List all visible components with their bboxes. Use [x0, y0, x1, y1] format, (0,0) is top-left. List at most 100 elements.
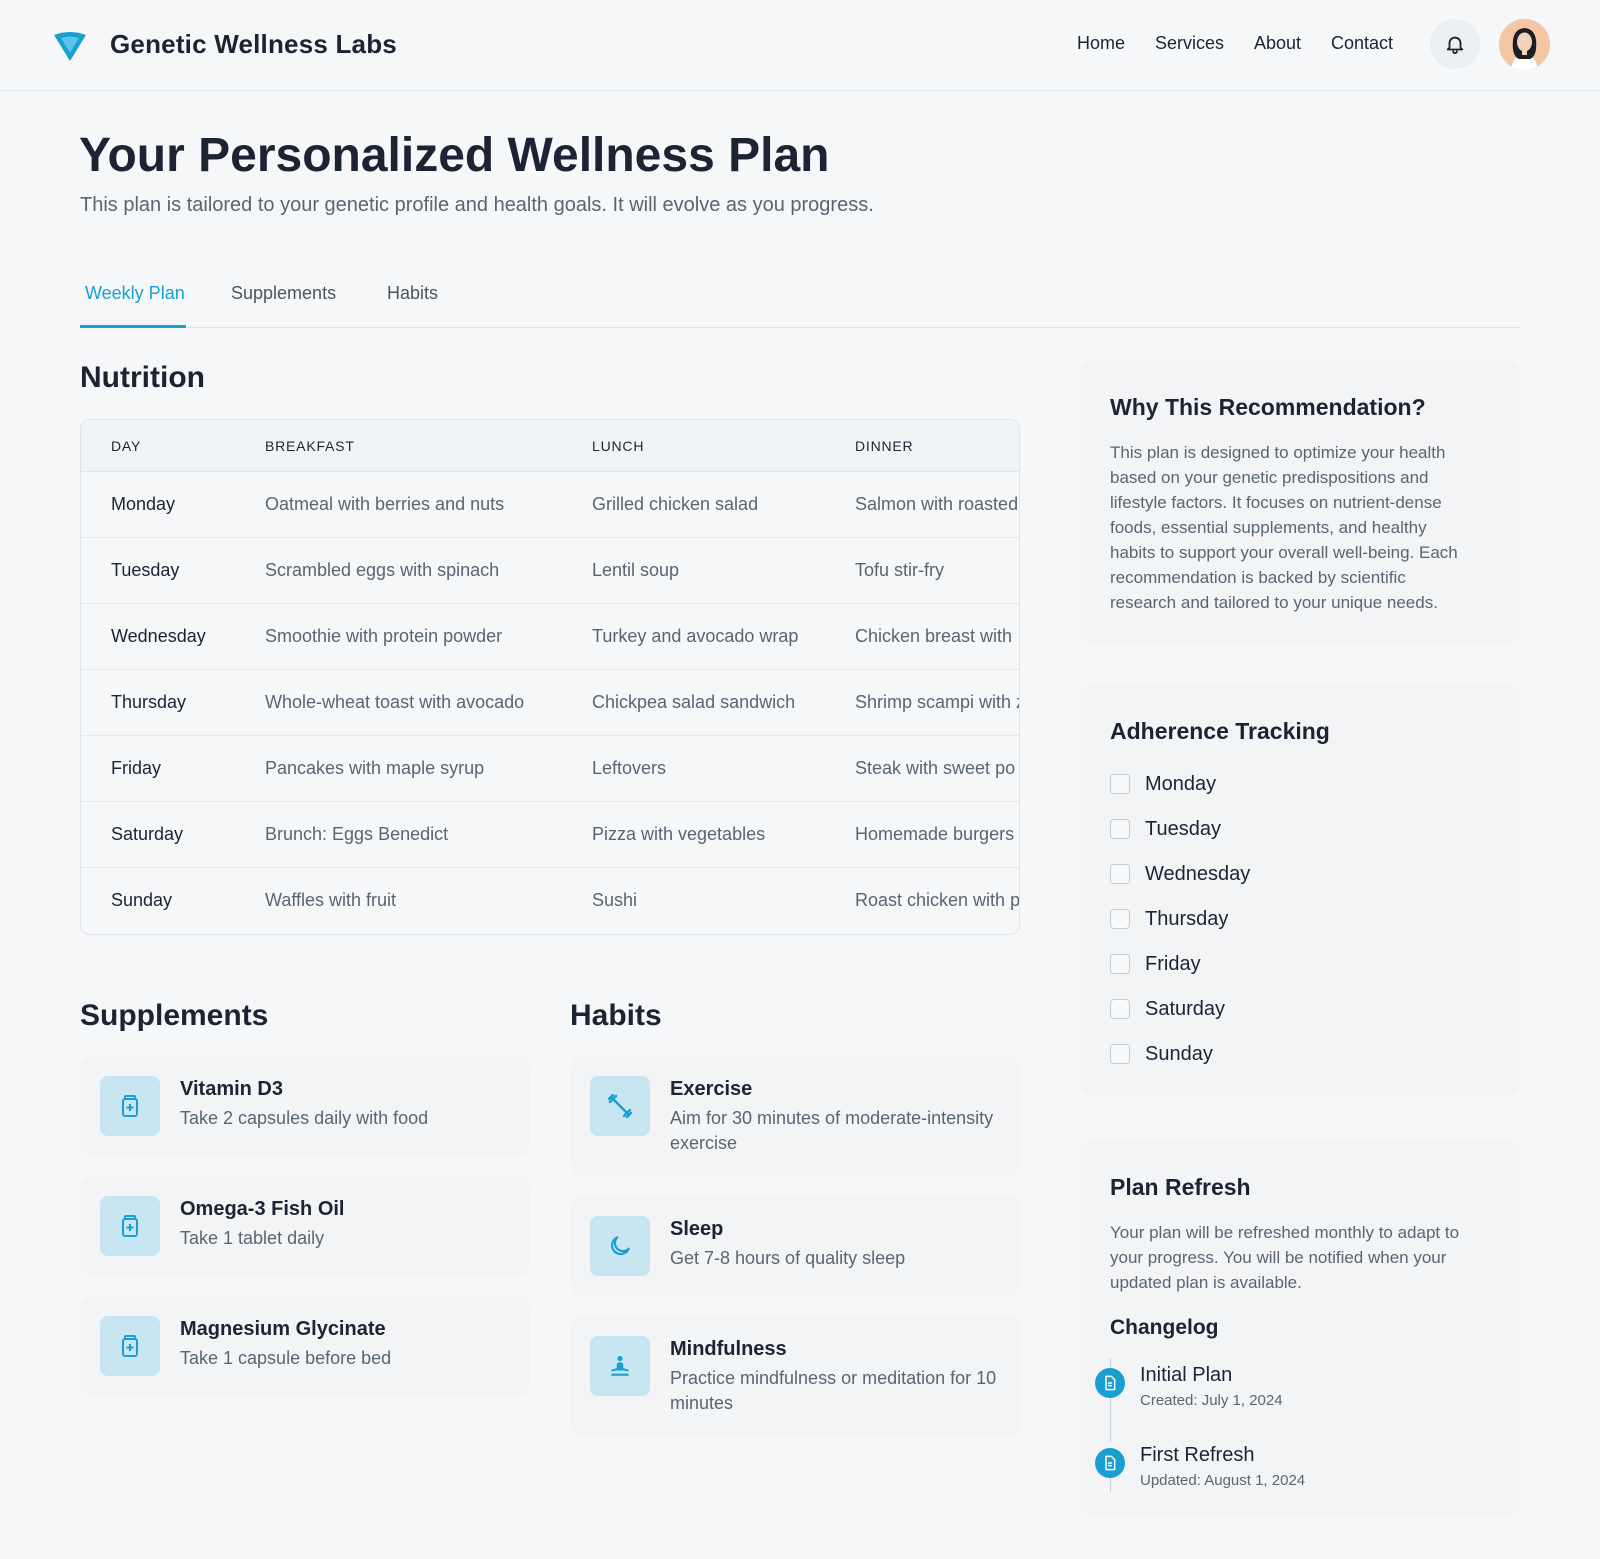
supplement-icon-box: [100, 1196, 160, 1256]
notifications-button[interactable]: [1430, 19, 1480, 69]
changelog-connector: [1110, 1398, 1111, 1442]
plan-refresh-text-line: your progress. You will be notified when…: [1110, 1248, 1447, 1267]
why-text-line: This plan is designed to optimize your h…: [1110, 443, 1446, 462]
adherence-tracking-panel: Adherence Tracking Monday Tuesday Wednes…: [1080, 684, 1520, 1096]
cell-dinner: Tofu stir-fry: [855, 560, 945, 580]
checkbox[interactable]: [1110, 999, 1130, 1019]
adherence-checkbox-sunday[interactable]: Sunday: [1110, 1042, 1213, 1066]
checkbox-label: Saturday: [1145, 997, 1226, 1020]
supplement-description: Take 1 capsule before bed: [180, 1348, 392, 1368]
table-row: Monday Oatmeal with berries and nuts Gri…: [81, 472, 1019, 538]
habit-name: Sleep: [670, 1218, 724, 1240]
checkbox-label: Tuesday: [1145, 817, 1221, 840]
habit-card[interactable]: Mindfulness Practice mindfulness or medi…: [570, 1316, 1020, 1436]
tab-weekly-plan[interactable]: Weekly Plan: [85, 283, 185, 304]
column-header-dinner: DINNER: [855, 438, 914, 454]
cell-breakfast: Brunch: Eggs Benedict: [265, 824, 449, 844]
bell-icon: [1446, 36, 1464, 55]
nutrition-heading: Nutrition: [80, 361, 205, 394]
adherence-checkbox-thursday[interactable]: Thursday: [1110, 907, 1228, 931]
why-text-line: lifestyle factors. It focuses on nutrien…: [1110, 493, 1442, 512]
cell-breakfast: Oatmeal with berries and nuts: [265, 494, 505, 514]
brand-name[interactable]: Genetic Wellness Labs: [110, 29, 397, 60]
avatar[interactable]: [1499, 19, 1550, 70]
changelog-entry-icon: [1095, 1368, 1125, 1398]
table-row: Wednesday Smoothie with protein powder T…: [81, 604, 1019, 670]
nav-home[interactable]: Home: [1077, 33, 1125, 54]
habit-icon-box: [590, 1076, 650, 1136]
active-tab-indicator: [80, 325, 186, 328]
supplement-card[interactable]: Vitamin D3 Take 2 capsules daily with fo…: [80, 1056, 530, 1156]
cell-dinner: Shrimp scampi with z: [855, 692, 1020, 712]
cell-dinner: Chicken breast with: [855, 626, 1013, 646]
supplement-description: Take 1 tablet daily: [180, 1228, 325, 1248]
plan-refresh-title: Plan Refresh: [1110, 1174, 1251, 1200]
supplement-card[interactable]: Magnesium Glycinate Take 1 capsule befor…: [80, 1296, 530, 1396]
supplement-icon-box: [100, 1076, 160, 1136]
cell-lunch: Grilled chicken salad: [592, 494, 759, 514]
changelog-title: Changelog: [1110, 1316, 1219, 1339]
page-title: Your Personalized Wellness Plan: [79, 129, 830, 182]
meditation-icon: [611, 1355, 629, 1376]
changelog-entry-title: Initial Plan: [1140, 1364, 1233, 1386]
adherence-checkbox-monday[interactable]: Monday: [1110, 772, 1216, 796]
cell-lunch: Lentil soup: [592, 560, 680, 580]
page-subtitle: This plan is tailored to your genetic pr…: [80, 194, 874, 216]
nutrition-table: DAY BREAKFAST LUNCH DINNER Monday Oatmea…: [80, 419, 1020, 935]
table-row: Friday Pancakes with maple syrup Leftove…: [81, 736, 1019, 802]
habit-card[interactable]: Exercise Aim for 30 minutes of moderate-…: [570, 1056, 1020, 1176]
checkbox-label: Friday: [1145, 952, 1201, 975]
cell-day: Saturday: [111, 824, 184, 844]
table-row: Saturday Brunch: Eggs Benedict Pizza wit…: [81, 802, 1019, 868]
cell-lunch: Leftovers: [592, 758, 667, 778]
why-text-line: research and tailored to your unique nee…: [1110, 593, 1438, 612]
cell-lunch: Turkey and avocado wrap: [592, 626, 799, 646]
habit-description-line1: Practice mindfulness or meditation for 1…: [670, 1368, 997, 1388]
checkbox-label: Thursday: [1145, 907, 1229, 930]
table-row: Sunday Waffles with fruit Sushi Roast ch…: [81, 868, 1019, 934]
checkbox[interactable]: [1110, 819, 1130, 839]
nav-services[interactable]: Services: [1155, 33, 1224, 54]
adherence-checkbox-tuesday[interactable]: Tuesday: [1110, 817, 1221, 841]
habit-card[interactable]: Sleep Get 7-8 hours of quality sleep: [570, 1196, 1020, 1296]
cell-breakfast: Whole-wheat toast with avocado: [265, 692, 525, 712]
supplement-description: Take 2 capsules daily with food: [180, 1108, 429, 1128]
adherence-title: Adherence Tracking: [1110, 718, 1330, 744]
checkbox[interactable]: [1110, 774, 1130, 794]
cell-day: Monday: [111, 494, 176, 514]
checkbox-label: Wednesday: [1145, 862, 1251, 885]
plan-refresh-text-line: updated plan is available.: [1110, 1273, 1302, 1292]
why-text-line: based on your genetic predispositions an…: [1110, 468, 1429, 487]
habit-description-line2: minutes: [670, 1393, 734, 1413]
changelog-entry-title: First Refresh: [1140, 1444, 1255, 1466]
user-portrait-icon: [1499, 19, 1550, 70]
habit-name: Exercise: [670, 1078, 753, 1100]
habit-icon-box: [590, 1336, 650, 1396]
table-row: Tuesday Scrambled eggs with spinach Lent…: [81, 538, 1019, 604]
tab-habits[interactable]: Habits: [387, 283, 438, 304]
why-text-line: recommendation is backed by scientific: [1110, 568, 1406, 587]
adherence-checkbox-friday[interactable]: Friday: [1110, 952, 1201, 976]
changelog-connector: [1110, 1478, 1111, 1492]
cell-day: Wednesday: [111, 626, 206, 646]
logo-icon[interactable]: [52, 27, 88, 63]
cell-breakfast: Scrambled eggs with spinach: [265, 560, 500, 580]
habit-description-line1: Get 7-8 hours of quality sleep: [670, 1248, 906, 1268]
adherence-checkbox-wednesday[interactable]: Wednesday: [1110, 862, 1250, 886]
tab-supplements[interactable]: Supplements: [231, 283, 336, 304]
column-header-breakfast: BREAKFAST: [265, 438, 355, 454]
checkbox[interactable]: [1110, 909, 1130, 929]
column-header-lunch: LUNCH: [592, 438, 645, 454]
cell-dinner: Steak with sweet po: [855, 758, 1016, 778]
checkbox[interactable]: [1110, 864, 1130, 884]
supplement-card[interactable]: Omega-3 Fish Oil Take 1 tablet daily: [80, 1176, 530, 1276]
document-icon: [1105, 1455, 1116, 1471]
checkbox[interactable]: [1110, 954, 1130, 974]
cell-day: Sunday: [111, 890, 173, 910]
checkbox[interactable]: [1110, 1044, 1130, 1064]
column-header-day: DAY: [111, 438, 142, 454]
cell-dinner: Roast chicken with p: [855, 890, 1020, 910]
adherence-checkbox-saturday[interactable]: Saturday: [1110, 997, 1225, 1021]
nav-contact[interactable]: Contact: [1331, 33, 1393, 54]
nav-about[interactable]: About: [1254, 33, 1301, 54]
